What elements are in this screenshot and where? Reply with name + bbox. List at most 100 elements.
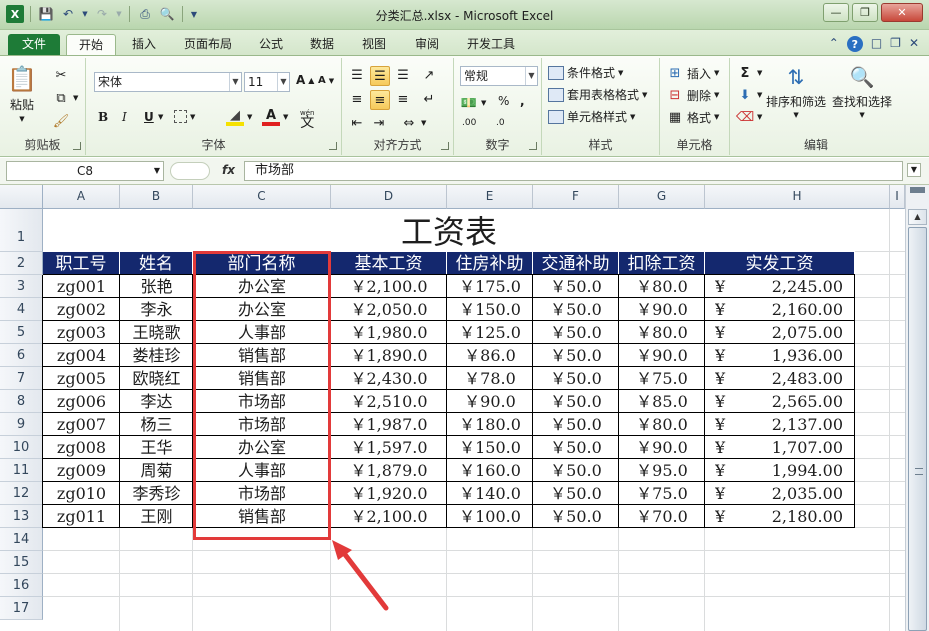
font-color-button[interactable]: A ▼ [262,108,288,126]
table-cell[interactable]: ￥78.0 [447,367,533,390]
fill-button[interactable]: ⬇ ▼ [736,86,763,104]
table-cell[interactable]: ￥1,980.0 [331,321,447,344]
doc-minimize-icon[interactable]: □ [871,36,882,52]
table-cell[interactable]: ￥86.0 [447,344,533,367]
minimize-button[interactable]: — [823,3,849,22]
tab-page-layout[interactable]: 页面布局 [172,34,244,55]
cut-button[interactable]: ✂ [52,66,70,84]
shrink-font-button[interactable]: A ▼ [318,75,334,86]
row-header[interactable]: 7 [0,367,43,390]
table-cell[interactable]: ￥2,430.0 [331,367,447,390]
delete-cells-button[interactable]: ⊟ 删除 ▼ [666,86,720,104]
table-cell[interactable]: zg008 [43,436,120,459]
table-cell[interactable]: zg009 [43,459,120,482]
table-cell[interactable]: ￥80.0 [619,321,705,344]
table-cell[interactable]: 娄桂珍 [120,344,193,367]
tab-data[interactable]: 数据 [298,34,346,55]
table-cell[interactable]: ￥2,100.0 [331,275,447,298]
formula-input[interactable]: 市场部 [244,161,903,181]
tab-developer[interactable]: 开发工具 [456,34,526,55]
scroll-up-button[interactable]: ▲ [908,209,927,225]
table-cell[interactable]: ￥175.0 [447,275,533,298]
italic-button[interactable]: I [122,110,127,124]
table-cell[interactable]: ￥50.0 [533,275,619,298]
table-header-cell[interactable]: 交通补助 [533,252,619,275]
table-cell[interactable]: ￥150.0 [447,298,533,321]
table-cell[interactable]: ￥2,100.0 [331,505,447,528]
table-cell[interactable]: 欧晓红 [120,367,193,390]
decrease-decimal-button[interactable]: .0 [496,118,505,128]
vertical-scrollbar[interactable]: ▲ [905,185,929,631]
row-header[interactable]: 6 [0,344,43,367]
table-cell[interactable]: 王晓歌 [120,321,193,344]
row-header[interactable]: 4 [0,298,43,321]
tab-insert[interactable]: 插入 [120,34,168,55]
row-header[interactable]: 3 [0,275,43,298]
row-header[interactable]: 11 [0,459,43,482]
clear-button[interactable]: ⌫ ▼ [736,108,763,126]
autosum-button[interactable]: Σ ▼ [736,64,763,82]
align-middle-button[interactable]: ☰ [370,66,390,86]
row-header[interactable]: 2 [0,252,43,275]
align-top-button[interactable]: ☰ [348,66,366,84]
name-box[interactable]: C8 ▼ [6,161,164,181]
table-header-cell[interactable]: 实发工资 [705,252,855,275]
restore-button[interactable]: ❐ [852,3,878,22]
align-bottom-button[interactable]: ☰ [394,66,412,84]
increase-decimal-button[interactable]: .00 [462,118,476,128]
table-cell[interactable]: 李秀珍 [120,482,193,505]
table-cell[interactable]: ￥90.0 [619,344,705,367]
table-cell[interactable]: ￥90.0 [619,436,705,459]
tab-formulas[interactable]: 公式 [248,34,294,55]
column-header[interactable]: F [533,185,619,209]
table-cell[interactable]: zg011 [43,505,120,528]
paste-button[interactable]: 📋 粘贴 ▼ [7,64,37,123]
row-header[interactable]: 9 [0,413,43,436]
table-cell[interactable]: ￥50.0 [533,344,619,367]
select-all-button[interactable] [0,185,43,209]
table-header-cell[interactable]: 扣除工资 [619,252,705,275]
table-header-cell[interactable]: 基本工资 [331,252,447,275]
table-cell[interactable]: zg003 [43,321,120,344]
column-header[interactable]: C [193,185,331,209]
table-cell[interactable]: ￥1,920.0 [331,482,447,505]
table-cell[interactable]: ￥70.0 [619,505,705,528]
table-cell[interactable]: 王华 [120,436,193,459]
column-header[interactable]: B [120,185,193,209]
table-cell[interactable]: zg010 [43,482,120,505]
number-launcher-icon[interactable] [529,142,537,150]
table-cell[interactable]: ￥90.0 [447,390,533,413]
table-cell[interactable]: ￥1,879.0 [331,459,447,482]
row-header[interactable]: 12 [0,482,43,505]
column-header[interactable]: G [619,185,705,209]
table-cell[interactable]: ￥140.0 [447,482,533,505]
table-cell[interactable]: ￥50.0 [533,298,619,321]
column-header[interactable]: D [331,185,447,209]
table-cell[interactable]: zg005 [43,367,120,390]
underline-dropdown-icon[interactable]: ▼ [158,113,163,121]
sheet-title-cell[interactable]: 工资表 [43,209,855,252]
help-icon[interactable]: ? [846,36,863,52]
table-header-cell[interactable]: 职工号 [43,252,120,275]
table-cell[interactable]: ￥75.0 [619,367,705,390]
cell-styles-button[interactable]: 单元格样式 ▼ [548,108,635,125]
copy-button[interactable]: ⧉ ▼ [52,89,78,107]
comma-button[interactable]: , [520,94,525,108]
align-left-button[interactable]: ≡ [348,90,366,108]
insert-cells-button[interactable]: ⊞ 插入 ▼ [666,64,720,82]
column-header[interactable]: I [890,185,905,209]
row-header[interactable]: 8 [0,390,43,413]
alignment-launcher-icon[interactable] [441,142,449,150]
table-cell[interactable]: ￥50.0 [533,505,619,528]
table-cell[interactable]: 李永 [120,298,193,321]
format-cells-button[interactable]: ▦ 格式 ▼ [666,108,720,126]
table-cell[interactable]: ￥80.0 [619,275,705,298]
bold-button[interactable]: B [98,110,108,124]
format-painter-button[interactable]: 🖌 [52,112,70,130]
table-cell[interactable]: zg006 [43,390,120,413]
accounting-format-button[interactable]: 💵 ▼ [460,94,486,112]
table-cell[interactable]: ￥85.0 [619,390,705,413]
table-header-cell[interactable]: 住房补助 [447,252,533,275]
table-cell[interactable]: ￥80.0 [619,413,705,436]
table-cell[interactable]: zg004 [43,344,120,367]
